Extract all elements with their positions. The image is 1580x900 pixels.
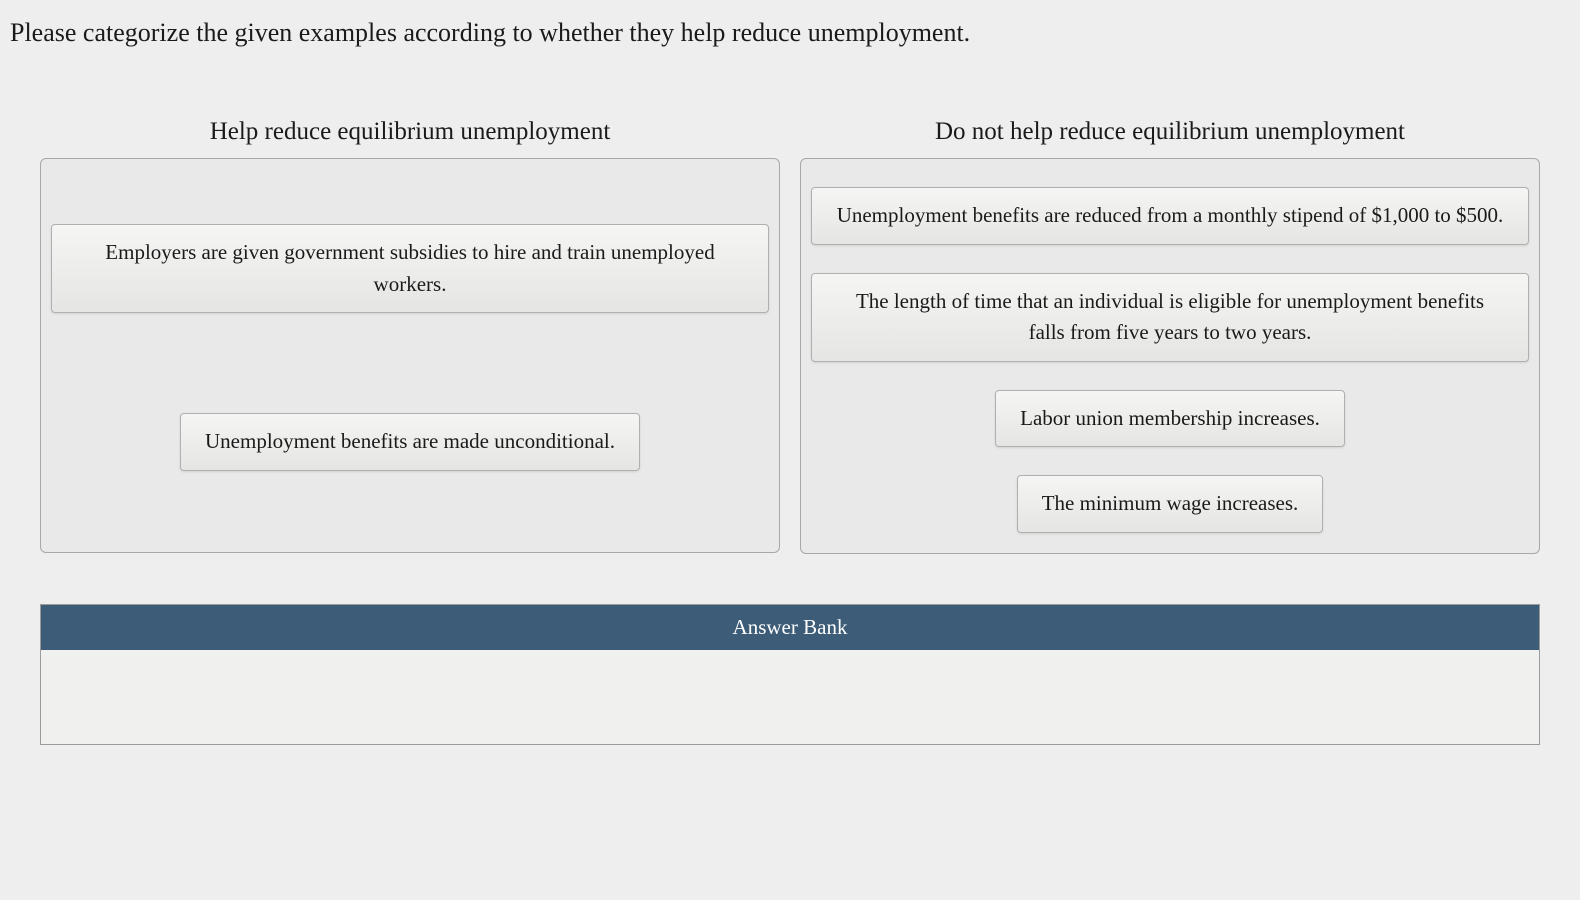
answer-bank-container: Answer Bank bbox=[0, 574, 1580, 745]
categories-container: Help reduce equilibrium unemployment Emp… bbox=[0, 58, 1580, 574]
drop-zone-left[interactable]: Employers are given government subsidies… bbox=[40, 158, 780, 553]
answer-item[interactable]: Labor union membership increases. bbox=[995, 390, 1345, 448]
category-right-header: Do not help reduce equilibrium unemploym… bbox=[800, 118, 1540, 158]
answer-bank-body[interactable] bbox=[40, 650, 1540, 745]
answer-item[interactable]: Unemployment benefits are made unconditi… bbox=[180, 413, 640, 471]
drop-zone-right[interactable]: Unemployment benefits are reduced from a… bbox=[800, 158, 1540, 554]
category-right-column: Do not help reduce equilibrium unemploym… bbox=[800, 118, 1540, 554]
question-prompt: Please categorize the given examples acc… bbox=[0, 0, 1580, 58]
answer-item[interactable]: The minimum wage increases. bbox=[1017, 475, 1324, 533]
answer-item[interactable]: The length of time that an individual is… bbox=[811, 273, 1529, 362]
category-left-column: Help reduce equilibrium unemployment Emp… bbox=[40, 118, 780, 554]
answer-item[interactable]: Unemployment benefits are reduced from a… bbox=[811, 187, 1529, 245]
category-left-header: Help reduce equilibrium unemployment bbox=[40, 118, 780, 158]
answer-bank-header: Answer Bank bbox=[40, 604, 1540, 650]
answer-item[interactable]: Employers are given government subsidies… bbox=[51, 224, 769, 313]
